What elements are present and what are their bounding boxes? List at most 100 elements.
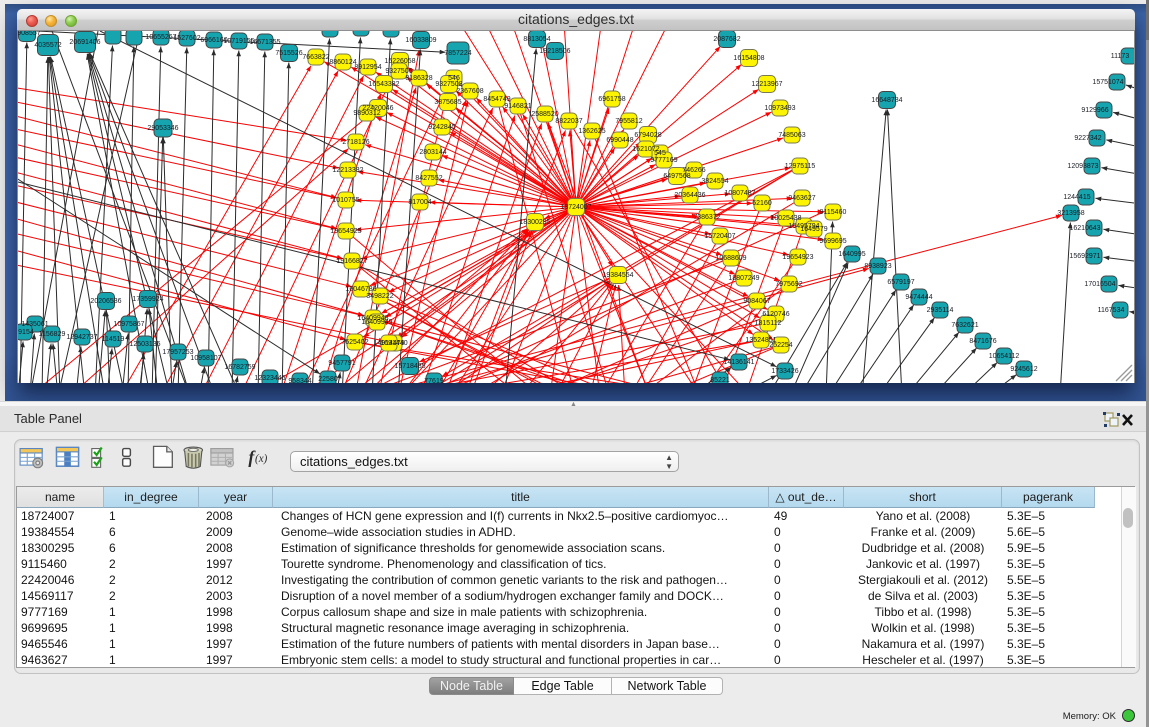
svg-text:16782759: 16782759 <box>224 364 255 371</box>
svg-text:9115460: 9115460 <box>820 209 847 216</box>
svg-text:3824554: 3824554 <box>701 178 728 185</box>
svg-text:7632621: 7632621 <box>951 322 978 329</box>
svg-text:22580: 22580 <box>318 376 338 383</box>
svg-text:10975867: 10975867 <box>113 321 144 328</box>
svg-text:6497568: 6497568 <box>663 173 690 180</box>
svg-text:9777169: 9777169 <box>650 157 677 164</box>
svg-text:7975692: 7975692 <box>775 281 802 288</box>
svg-text:16033809: 16033809 <box>405 37 436 44</box>
svg-text:12213382: 12213382 <box>332 167 363 174</box>
svg-text:1362625: 1362625 <box>578 128 605 135</box>
svg-text:20691406: 20691406 <box>69 39 100 46</box>
svg-text:11173: 11173 <box>1111 53 1130 60</box>
svg-text:7663822: 7663822 <box>302 54 329 61</box>
svg-text:3213958: 3213958 <box>1057 210 1084 217</box>
svg-text:545: 545 <box>654 150 666 157</box>
svg-text:16046786: 16046786 <box>345 286 376 293</box>
svg-text:1010755: 1010755 <box>332 197 359 204</box>
svg-text:8427552: 8427552 <box>415 175 442 182</box>
svg-text:7485063: 7485063 <box>778 132 805 139</box>
svg-text:252254: 252254 <box>769 342 792 349</box>
svg-text:10807487: 10807487 <box>724 190 755 197</box>
svg-text:9242845: 9242845 <box>428 124 455 131</box>
svg-text:1815112: 1815112 <box>755 320 782 327</box>
svg-text:18807249: 18807249 <box>728 275 759 282</box>
svg-text:12323446: 12323446 <box>254 375 285 382</box>
svg-text:1527602: 1527602 <box>173 35 200 42</box>
svg-text:12213967: 12213967 <box>751 81 782 88</box>
svg-text:20364436: 20364436 <box>674 192 705 199</box>
svg-text:2803144: 2803144 <box>419 149 446 156</box>
svg-text:16543382: 16543382 <box>368 81 399 88</box>
svg-text:12975115: 12975115 <box>785 163 816 170</box>
svg-text:1640995: 1640995 <box>838 251 865 258</box>
svg-text:8813054: 8813054 <box>523 36 550 43</box>
svg-text:19384554: 19384554 <box>602 272 633 279</box>
svg-text:14136141: 14136141 <box>723 359 754 366</box>
svg-text:15226058: 15226058 <box>384 58 415 65</box>
svg-text:20206536: 20206536 <box>90 298 121 305</box>
svg-text:7625402: 7625402 <box>341 339 368 346</box>
svg-text:19654923: 19654923 <box>782 254 813 261</box>
svg-text:10654112: 10654112 <box>989 353 1020 360</box>
svg-text:8454749: 8454749 <box>483 96 510 103</box>
svg-text:6120746: 6120746 <box>762 311 789 318</box>
svg-text:2588520: 2588520 <box>531 111 558 118</box>
svg-text:6990448: 6990448 <box>606 137 633 144</box>
svg-text:9227342: 9227342 <box>1074 135 1101 142</box>
svg-text:1435061: 1435061 <box>21 321 48 328</box>
svg-text:8186328: 8186328 <box>405 75 432 82</box>
svg-text:6794028: 6794028 <box>634 132 661 139</box>
svg-text:14914479: 14914479 <box>373 340 404 347</box>
svg-text:(x): (x) <box>255 453 268 465</box>
svg-text:12942737: 12942737 <box>66 334 97 341</box>
svg-text:9327506: 9327506 <box>385 68 412 75</box>
svg-text:39154: 39154 <box>18 329 34 336</box>
svg-text:3875685: 3875685 <box>434 99 461 106</box>
svg-text:12503135: 12503135 <box>129 341 160 348</box>
svg-text:62160: 62160 <box>752 200 772 207</box>
svg-text:2087682: 2087682 <box>713 36 740 43</box>
svg-text:6961758: 6961758 <box>598 96 625 103</box>
svg-text:17957253: 17957253 <box>162 349 193 356</box>
svg-text:4035572: 4035572 <box>34 42 61 49</box>
svg-text:77619: 77619 <box>424 378 444 383</box>
svg-text:15720407: 15720407 <box>704 233 735 240</box>
svg-text:1244415: 1244415 <box>1063 194 1090 201</box>
svg-text:2935114: 2935114 <box>927 307 954 314</box>
svg-text:10655267: 10655267 <box>145 34 176 41</box>
svg-text:3498222: 3498222 <box>366 293 393 300</box>
svg-text:16409949: 16409949 <box>361 319 392 326</box>
svg-text:19166827: 19166827 <box>336 258 367 265</box>
svg-text:9474444: 9474444 <box>905 294 932 301</box>
svg-text:16210643: 16210643 <box>1069 225 1100 232</box>
svg-text:10688609: 10688609 <box>715 255 746 262</box>
svg-text:15718485: 15718485 <box>394 363 425 370</box>
svg-text:19218506: 19218506 <box>539 48 570 55</box>
svg-text:15692971: 15692971 <box>1069 253 1100 260</box>
svg-text:1167534: 1167534 <box>1098 307 1125 314</box>
svg-text:9457791: 9457791 <box>328 360 355 367</box>
svg-text:7857224: 7857224 <box>444 50 471 57</box>
svg-text:9146821: 9146821 <box>504 103 531 110</box>
svg-text:817004: 817004 <box>408 199 431 206</box>
svg-text:2367608: 2367608 <box>456 88 483 95</box>
svg-text:17016504: 17016504 <box>1084 281 1115 288</box>
svg-text:16671355: 16671355 <box>249 39 280 46</box>
svg-text:9245612: 9245612 <box>1010 366 1037 373</box>
svg-text:114519: 114519 <box>102 336 125 343</box>
svg-text:1908557: 1908557 <box>18 31 41 37</box>
svg-text:85221: 85221 <box>710 377 730 383</box>
svg-text:9129966: 9129966 <box>1081 107 1108 114</box>
svg-text:10973493: 10973493 <box>764 105 795 112</box>
svg-text:9084067: 9084067 <box>743 298 770 305</box>
svg-text:6579197: 6579197 <box>887 279 914 286</box>
svg-text:8912954: 8912954 <box>354 64 381 71</box>
svg-text:1649579: 1649579 <box>800 226 827 233</box>
svg-text:29053346: 29053346 <box>147 125 178 132</box>
svg-text:7955812: 7955812 <box>615 118 642 125</box>
svg-text:7386372: 7386372 <box>693 214 720 221</box>
svg-text:1156829: 1156829 <box>39 331 66 338</box>
svg-text:9463627: 9463627 <box>788 195 815 202</box>
svg-text:958344: 958344 <box>288 378 311 383</box>
